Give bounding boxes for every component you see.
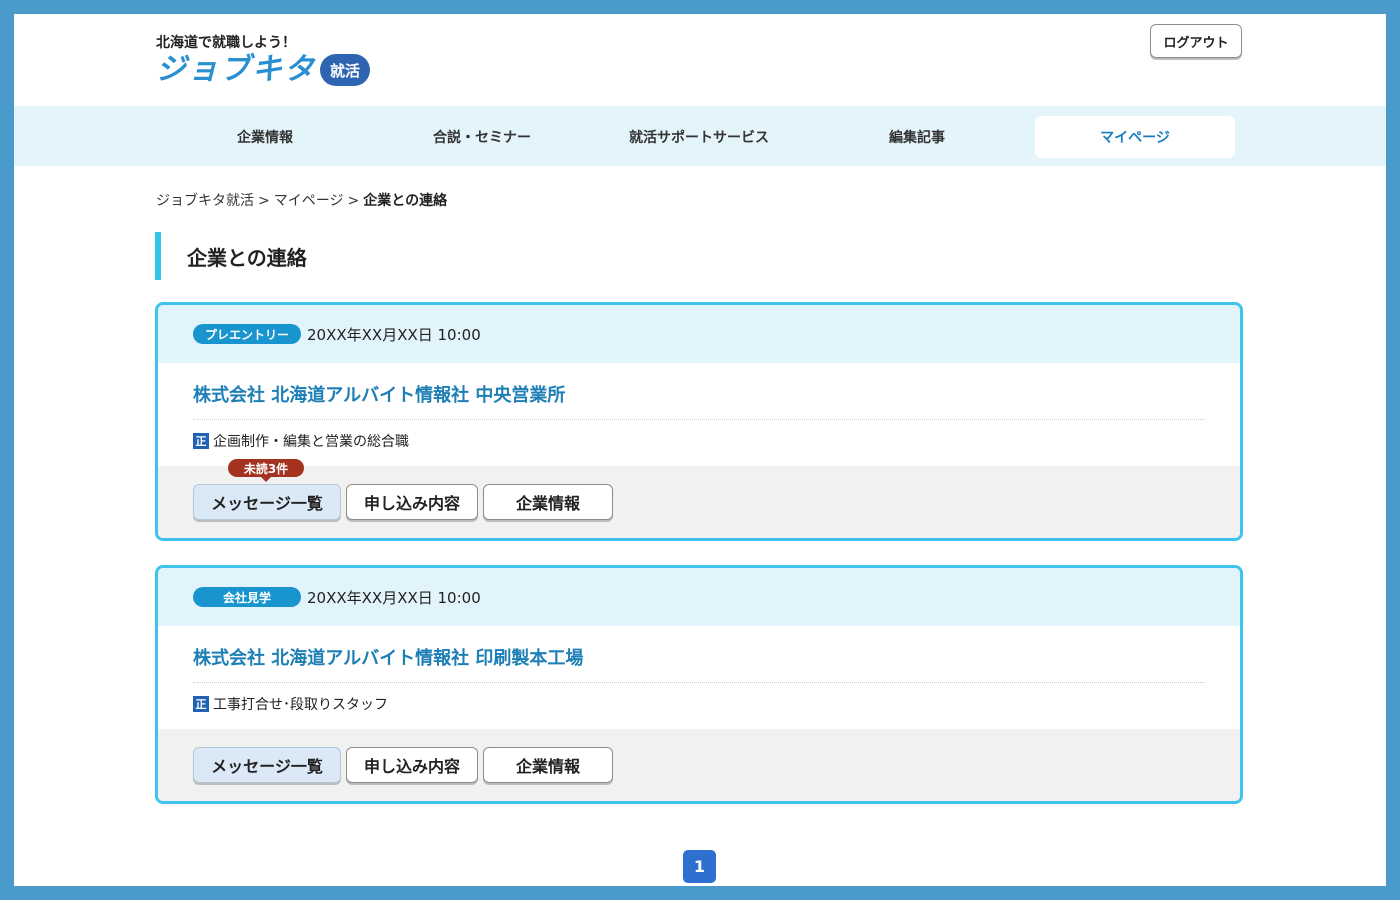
contact-card: 会社見学 20XX年XX月XX日 10:00 株式会社 北海道アルバイト情報社 …	[155, 565, 1243, 804]
job-title: 企画制作・編集と営業の総合職	[213, 434, 409, 450]
breadcrumb-current: 企業との連絡	[363, 193, 448, 209]
company-info-button[interactable]: 企業情報	[483, 484, 613, 520]
breadcrumb-separator: >	[347, 193, 360, 209]
breadcrumb-link-home[interactable]: ジョブキタ就活	[156, 193, 254, 209]
application-details-button[interactable]: 申し込み内容	[346, 747, 478, 783]
nav-item-seminar[interactable]: 合説・セミナー	[382, 116, 582, 158]
application-details-button[interactable]: 申し込み内容	[346, 484, 478, 520]
breadcrumb-link-mypage[interactable]: マイページ	[274, 193, 344, 209]
status-badge: 会社見学	[193, 587, 301, 607]
unread-badge: 未読3件	[228, 459, 304, 482]
job-row: 正 工事打合せ･段取りスタッフ	[193, 693, 1205, 715]
status-badge: プレエントリー	[193, 324, 301, 344]
company-name-link[interactable]: 株式会社 北海道アルバイト情報社 印刷製本工場	[193, 644, 1205, 683]
breadcrumb: ジョブキタ就活 > マイページ > 企業との連絡	[156, 190, 447, 210]
site-tagline: 北海道で就職しよう！	[156, 35, 296, 51]
page-title: 企業との連絡	[155, 232, 307, 280]
site-header: 北海道で就職しよう！ ジョブキタ 就活 ログアウト	[14, 14, 1386, 106]
card-header: 会社見学 20XX年XX月XX日 10:00	[158, 568, 1240, 626]
nav-item-mypage[interactable]: マイページ	[1035, 116, 1235, 158]
nav-item-support[interactable]: 就活サポートサービス	[599, 116, 799, 158]
employment-type-icon: 正	[193, 696, 209, 712]
message-list-button[interactable]: メッセージ一覧	[193, 484, 341, 520]
company-info-button[interactable]: 企業情報	[483, 747, 613, 783]
job-row: 正 企画制作・編集と営業の総合職	[193, 430, 1205, 452]
contact-date: 20XX年XX月XX日 10:00	[307, 325, 481, 344]
contact-date: 20XX年XX月XX日 10:00	[307, 588, 481, 607]
page-frame: 北海道で就職しよう！ ジョブキタ 就活 ログアウト 企業情報 合説・セミナー 就…	[14, 14, 1386, 886]
company-name-link[interactable]: 株式会社 北海道アルバイト情報社 中央営業所	[193, 381, 1205, 420]
pagination-page-1[interactable]: 1	[683, 850, 716, 883]
card-actions: 未読3件 メッセージ一覧 申し込み内容 企業情報	[158, 459, 1240, 538]
logout-button[interactable]: ログアウト	[1150, 24, 1242, 58]
nav-item-company-info[interactable]: 企業情報	[165, 116, 365, 158]
message-list-button[interactable]: メッセージ一覧	[193, 747, 341, 783]
logo-text: ジョブキタ	[156, 52, 316, 87]
employment-type-icon: 正	[193, 433, 209, 449]
card-header: プレエントリー 20XX年XX月XX日 10:00	[158, 305, 1240, 363]
job-title: 工事打合せ･段取りスタッフ	[213, 697, 388, 713]
logo-badge: 就活	[320, 54, 370, 86]
card-actions: メッセージ一覧 申し込み内容 企業情報	[158, 729, 1240, 801]
contact-card: プレエントリー 20XX年XX月XX日 10:00 株式会社 北海道アルバイト情…	[155, 302, 1243, 541]
breadcrumb-separator: >	[258, 193, 270, 209]
nav-item-articles[interactable]: 編集記事	[817, 116, 1017, 158]
global-nav: 企業情報 合説・セミナー 就活サポートサービス 編集記事 マイページ	[14, 106, 1386, 166]
site-logo[interactable]: ジョブキタ 就活	[156, 52, 370, 88]
